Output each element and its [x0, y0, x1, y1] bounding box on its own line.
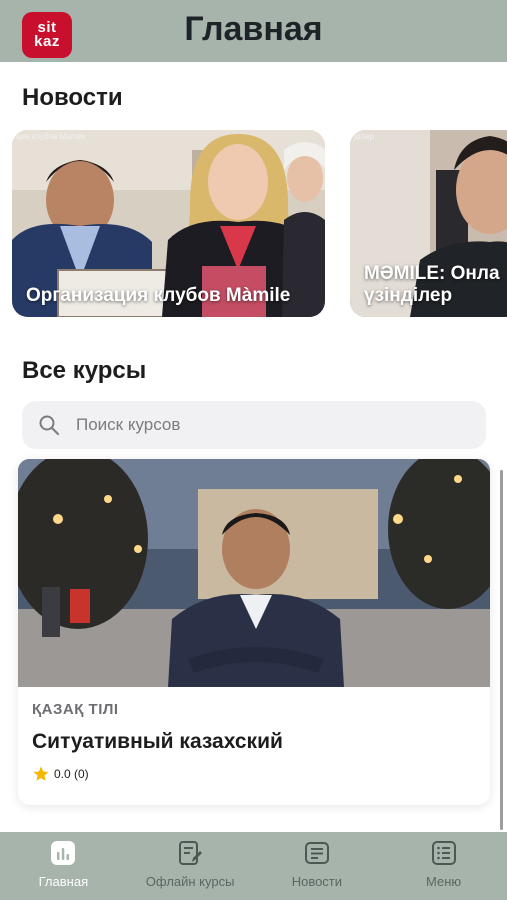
news-card[interactable]: ділер МӘМІLE: Онла үзінділер [350, 130, 507, 317]
search-input[interactable] [76, 401, 466, 449]
course-card[interactable]: ҚАЗАҚ ТІЛІ Ситуативный казахский 0.0 (0) [18, 459, 490, 805]
course-search-bar[interactable] [22, 401, 486, 449]
rating-value: 0.0 (0) [54, 767, 89, 781]
edit-note-icon [179, 841, 203, 865]
course-category: ҚАЗАҚ ТІЛІ [32, 701, 119, 718]
tab-menu[interactable]: Меню [380, 832, 507, 900]
news-card[interactable]: ция клубов Màmile Организация клубов Màm… [12, 130, 325, 317]
page-title: Главная [184, 10, 323, 48]
news-headline: Организация клубов Màmile [26, 285, 291, 306]
news-section-title: Новости [22, 84, 123, 111]
tab-home[interactable]: Главная [0, 832, 127, 900]
tab-label: Главная [38, 874, 89, 889]
courses-section-title: Все курсы [22, 357, 147, 384]
tab-label: Новости [291, 874, 343, 889]
tab-news[interactable]: Новости [254, 832, 381, 900]
course-photo [18, 459, 490, 687]
search-icon [39, 415, 59, 435]
news-small-caption: ция клубов Màmile [16, 132, 86, 141]
course-rating: 0.0 (0) [32, 765, 89, 783]
top-header: sit kaz Главная [0, 0, 507, 62]
news-small-caption: ділер [354, 132, 375, 141]
tab-label: Офлайн курсы [145, 874, 235, 889]
bottom-tab-bar: Главная Офлайн курсы Новости Меню [0, 832, 507, 900]
news-headline: МӘМІLE: Онла үзінділер [364, 263, 500, 306]
news-icon [304, 842, 329, 864]
star-icon [33, 766, 49, 781]
course-title: Ситуативный казахский [32, 730, 283, 753]
scroll-indicator[interactable] [500, 470, 503, 830]
menu-list-icon [431, 841, 456, 865]
course-image [18, 459, 490, 687]
chart-icon [51, 841, 76, 865]
tab-offline-courses[interactable]: Офлайн курсы [127, 832, 254, 900]
app-screen: sit kaz Главная Новости ция клубов Màmil… [0, 0, 507, 900]
tab-label: Меню [426, 874, 462, 889]
